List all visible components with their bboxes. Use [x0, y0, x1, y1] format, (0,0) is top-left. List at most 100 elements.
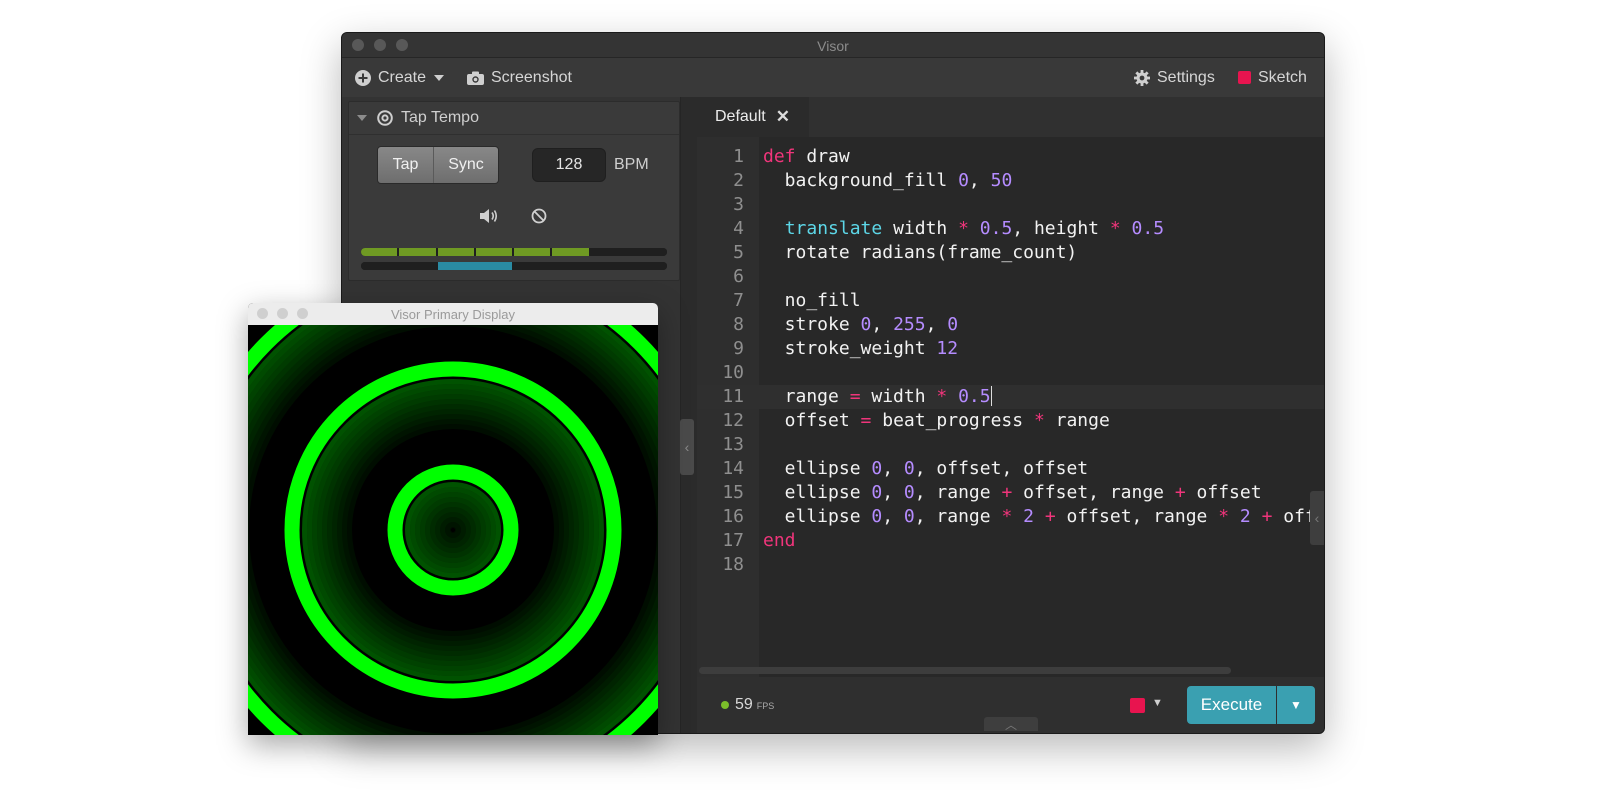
create-menu-button[interactable]: Create: [355, 58, 445, 97]
collapse-left-panel-button[interactable]: ‹: [680, 419, 694, 475]
bar-meter-segment: [437, 262, 514, 270]
collapse-triangle-icon[interactable]: [357, 115, 367, 121]
line-number: 2: [733, 170, 744, 191]
chevron-left-icon: ‹: [1314, 510, 1320, 526]
tap-button[interactable]: Tap: [378, 147, 433, 183]
code-line[interactable]: 11 range = width * 0.5: [697, 385, 1324, 409]
editor-tabbar: Default ✕: [697, 97, 1324, 137]
screenshot-button[interactable]: Screenshot: [467, 58, 572, 97]
code-line[interactable]: 8 stroke 0, 255, 0: [697, 313, 1324, 337]
bpm-input[interactable]: 128: [532, 148, 606, 182]
code-line[interactable]: 15 ellipse 0, 0, range + offset, range +…: [697, 481, 1324, 505]
code-line[interactable]: 18: [697, 553, 1324, 577]
collapse-right-panel-button[interactable]: ‹: [1310, 491, 1324, 545]
camera-icon: [467, 71, 484, 85]
code-text: ellipse 0, 0, range + offset, range + of…: [763, 482, 1262, 503]
execute-button[interactable]: Execute: [1187, 686, 1276, 724]
code-text: offset = beat_progress * range: [763, 410, 1110, 431]
code-line[interactable]: 12 offset = beat_progress * range: [697, 409, 1324, 433]
target-icon: [377, 110, 393, 126]
concentric-rings-render: [248, 303, 658, 735]
caret-down-icon[interactable]: ▼: [1152, 697, 1163, 709]
titlebar: Visor: [342, 33, 1324, 58]
code-text: end: [763, 530, 796, 551]
code-text: no_fill: [763, 290, 861, 311]
sync-button[interactable]: Sync: [433, 147, 498, 183]
horizontal-scrollbar[interactable]: [699, 667, 1231, 674]
code-line[interactable]: 5 rotate radians(frame_count): [697, 241, 1324, 265]
code-line[interactable]: 16 ellipse 0, 0, range * 2 + offset, ran…: [697, 505, 1324, 529]
gear-icon: [1134, 69, 1150, 86]
fps-status-dot: [721, 701, 729, 709]
line-number: 15: [722, 482, 744, 503]
line-number: 18: [722, 554, 744, 575]
line-number: 16: [722, 506, 744, 527]
code-text: rotate radians(frame_count): [763, 242, 1078, 263]
beat-meter-segment: [590, 248, 629, 256]
execute-options-button[interactable]: ▼: [1277, 686, 1315, 724]
bar-meter-segment: [361, 262, 438, 270]
code-text: translate width * 0.5, height * 0.5: [784, 218, 1165, 239]
line-number: 10: [722, 362, 744, 383]
window-title: Visor: [817, 38, 849, 54]
beat-meter-segment: [437, 248, 476, 256]
tab-default[interactable]: Default ✕: [697, 97, 809, 137]
tap-tempo-header[interactable]: Tap Tempo: [349, 102, 679, 135]
create-label: Create: [378, 68, 427, 86]
code-line[interactable]: 3: [697, 193, 1324, 217]
ring-glow: [450, 527, 456, 533]
beat-meter-segment: [628, 248, 667, 256]
execute-control: Execute ▼: [1187, 686, 1315, 724]
code-line[interactable]: 13: [697, 433, 1324, 457]
tap-tempo-title: Tap Tempo: [401, 109, 479, 126]
tab-label: Default: [715, 108, 766, 125]
panel-splitter[interactable]: [680, 97, 698, 733]
line-number: 1: [733, 146, 744, 167]
code-line[interactable]: 2 background_fill 0, 50: [697, 169, 1324, 193]
code-line[interactable]: 4 translate width * 0.5, height * 0.5: [697, 217, 1324, 241]
caret-down-icon: ▼: [1290, 698, 1302, 712]
plus-circle-icon: [355, 69, 371, 86]
settings-button[interactable]: Settings: [1134, 58, 1215, 97]
code-line[interactable]: 1 def draw: [697, 145, 1324, 169]
close-tab-icon[interactable]: ✕: [776, 107, 790, 127]
code-line[interactable]: 10: [697, 361, 1324, 385]
beat-meter-segment: [514, 248, 553, 256]
fps-indicator: 59 FPS: [721, 696, 774, 714]
line-number: 4: [733, 218, 744, 239]
beat-meter-segment: [399, 248, 438, 256]
bar-meter-segment: [590, 262, 667, 270]
code-line[interactable]: 14 ellipse 0, 0, offset, offset: [697, 457, 1324, 481]
line-number: 17: [722, 530, 744, 551]
bpm-unit-label: BPM: [614, 156, 649, 173]
toolbar: Create Screenshot Settings Sketch: [342, 58, 1324, 97]
line-number: 8: [733, 314, 744, 335]
disable-icon[interactable]: [531, 208, 547, 224]
code-line[interactable]: 9 stroke_weight 12: [697, 337, 1324, 361]
text-cursor: [990, 386, 992, 406]
color-swatch[interactable]: [1130, 698, 1145, 713]
tap-sync-group: Tap Sync: [377, 146, 499, 184]
expand-bottom-panel-button[interactable]: ︿: [984, 717, 1038, 732]
fps-value: 59: [735, 696, 753, 713]
code-text: stroke_weight 12: [763, 338, 959, 359]
line-number: 12: [722, 410, 744, 431]
code-text: background_fill 0, 50: [763, 170, 1013, 191]
code-text: ellipse 0, 0, range * 2 + offset, range …: [763, 506, 1324, 527]
line-number: 14: [722, 458, 744, 479]
line-number: 9: [733, 338, 744, 359]
visor-primary-display-window: Visor Primary Display: [248, 303, 658, 735]
sketch-color-square-icon: [1238, 71, 1251, 84]
code-editor[interactable]: 1 def draw 2 background_fill 0, 50 3 4 trans…: [697, 137, 1324, 677]
bar-meter-segment: [514, 262, 591, 270]
code-line[interactable]: 6: [697, 265, 1324, 289]
beat-meter: [361, 248, 667, 256]
beat-meter-segment: [361, 248, 400, 256]
code-text: stroke 0, 255, 0: [763, 314, 959, 335]
display-titlebar: Visor Primary Display: [248, 303, 658, 326]
speaker-icon[interactable]: [479, 208, 499, 224]
code-line[interactable]: 7 no_fill: [697, 289, 1324, 313]
code-line[interactable]: 17 end: [697, 529, 1324, 553]
code-text: def draw: [763, 146, 850, 167]
sketch-button[interactable]: Sketch: [1238, 58, 1307, 97]
